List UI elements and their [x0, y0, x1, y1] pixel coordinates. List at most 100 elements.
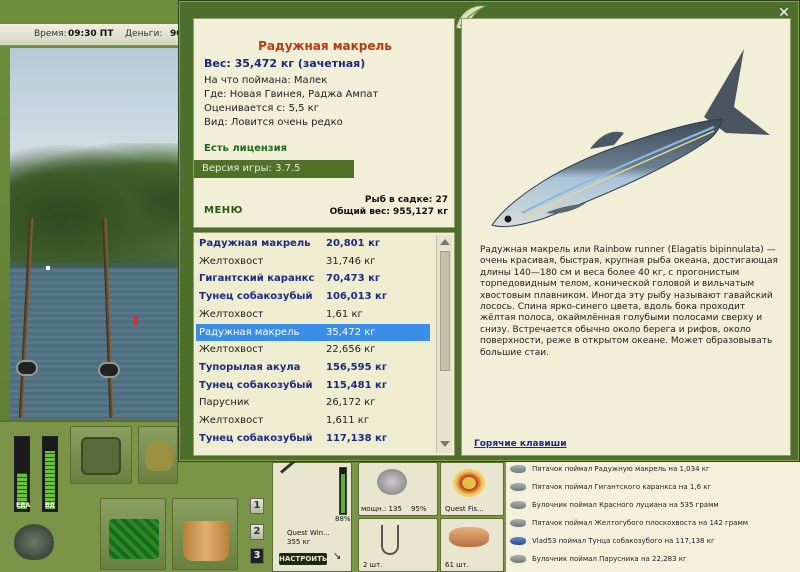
fish-list-row[interactable]: Гигантский каранкс 70,473 кг	[196, 270, 430, 288]
fish-row-name: Желтохвост	[199, 308, 264, 320]
fish-list-row[interactable]: Радужная макрель 20,801 кг	[196, 235, 430, 253]
fish-list-row-selected[interactable]: Радужная макрель 35,472 кг	[196, 323, 430, 342]
fish-row-weight: 22,656 кг	[326, 344, 376, 356]
fish-row-name: Радужная макрель	[199, 238, 311, 249]
fish-row-name: Желтохвост	[199, 255, 264, 267]
fish-row-name: Тупорылая акула	[199, 361, 301, 373]
fish-row-weight: 31,746 кг	[326, 255, 376, 267]
blue-fish-icon	[510, 537, 526, 545]
fish-row-name: Гигантский каранкс	[199, 273, 315, 285]
fish-row-weight: 117,138 кг	[326, 432, 388, 444]
total-weight: Общий вес: 955,127 кг	[329, 207, 448, 217]
bag-slot[interactable]	[138, 426, 178, 484]
fish-row-name: Желтохвост	[199, 415, 264, 426]
rod-slot-3-button[interactable]: 3	[250, 548, 264, 564]
game-version: Версия игры: 3.7.5	[194, 160, 354, 178]
bait-slot[interactable]: 61 шт.	[440, 518, 504, 572]
log-item: Пятачок поймал Желтогубого плоскохвоста …	[510, 515, 748, 532]
fish-list-row[interactable]: Тунец собакозубый 117,138 кг	[196, 430, 430, 448]
fish-row-weight: 70,473 кг	[326, 273, 381, 285]
scroll-up-icon[interactable]	[440, 239, 450, 245]
rod-slot-1-button[interactable]: 1	[250, 498, 264, 514]
cursor-arrow-icon: ↘	[333, 551, 342, 562]
fish-row-weight: 1,61 кг	[326, 308, 363, 320]
basket-slot[interactable]	[100, 498, 166, 570]
fish-weight: Вес: 35,472 кг (зачетная)	[204, 57, 366, 70]
rod-slot[interactable]: 88% Quest Win... 355 кг НАСТРОИТЬ ↘	[272, 432, 352, 572]
treeline	[10, 143, 190, 263]
hook-count: 2 шт.	[363, 561, 383, 569]
bag-icon	[145, 441, 173, 471]
scroll-thumb[interactable]	[440, 251, 450, 371]
reel-icon	[377, 469, 407, 495]
time-value: 09:30 ПТ	[68, 29, 114, 39]
backpack-slot[interactable]	[70, 426, 132, 484]
backpack-icon	[81, 437, 121, 475]
reel-left-icon[interactable]	[16, 360, 38, 376]
hook-icon	[381, 525, 399, 555]
catch-log: Пятачок поймал Радужную макрель на 1,034…	[506, 458, 800, 572]
hook-slot[interactable]: 2 шт.	[358, 518, 438, 572]
log-item: Булочник поймал Парусника на 22,283 кг	[510, 551, 687, 568]
caught-on: На что поймана: Малек	[204, 75, 328, 86]
setup-button[interactable]: НАСТРОИТЬ	[279, 553, 327, 565]
fish-icon	[510, 519, 526, 527]
fishing-scene[interactable]	[10, 48, 190, 420]
fish-list-row[interactable]: Тунец собакозубый 106,013 кг	[196, 288, 430, 306]
hotkeys-link[interactable]: Горячие клавиши	[474, 439, 567, 449]
energy-gauge-fill	[45, 451, 55, 509]
fish-row-weight: 106,013 кг	[326, 291, 388, 303]
bucket-slot[interactable]	[172, 498, 238, 570]
line-slot[interactable]: Quest Fis...	[440, 462, 504, 516]
fish-row-weight: 20,801 кг	[326, 238, 381, 249]
food-gauge	[14, 436, 30, 512]
log-item: Vlad53 поймал Тунца собакозубого на 117,…	[510, 533, 715, 550]
fish-title: Радужная макрель	[258, 39, 392, 53]
fish-info-panel: Радужная макрель Вес: 35,472 кг (зачетна…	[193, 18, 455, 228]
scrollbar[interactable]	[436, 235, 452, 453]
rod-percent: 88%	[335, 515, 351, 523]
log-item: Пятачок поймал Гигантского каранкса на 1…	[510, 479, 711, 496]
menu-button[interactable]: МЕНЮ	[204, 205, 243, 216]
rod-name: Quest Win...	[287, 529, 330, 537]
energy-gauge	[42, 436, 58, 512]
fish-icon	[510, 555, 526, 563]
fish-list-row[interactable]: Желтохвост 1,61 кг	[196, 306, 430, 324]
fish-list-row[interactable]: Желтохвост 31,746 кг	[196, 253, 430, 271]
water[interactable]	[10, 268, 190, 420]
fish-list-row[interactable]: Желтохвост 22,656 кг	[196, 341, 430, 359]
fish-list-row[interactable]: Желтохвост 1,611 кг	[196, 412, 430, 430]
fish-description: Радужная макрель или Rainbow runner (Ela…	[480, 245, 778, 358]
valued-from: Оценивается с: 5,5 кг	[204, 103, 319, 114]
fish-row-weight: 156,595 кг	[326, 361, 388, 373]
fish-icon	[510, 465, 526, 473]
fish-list-row[interactable]: Тунец собакозубый 115,481 кг	[196, 377, 430, 395]
fish-list-row[interactable]: Тупорылая акула 156,595 кг	[196, 359, 430, 377]
fish-icon	[510, 483, 526, 491]
food-basket-icon	[109, 519, 159, 559]
fish-row-weight: 115,481 кг	[326, 379, 388, 391]
cooking-pot-icon[interactable]	[14, 524, 54, 560]
reel-right-icon[interactable]	[98, 362, 120, 378]
fish-row-name: Тунец собакозубый	[199, 291, 313, 303]
bucket-icon	[183, 521, 229, 561]
fish-kind: Вид: Ловится очень редко	[204, 117, 343, 128]
status-bar: Время: 09:30 ПТ Деньги: 90	[0, 24, 190, 46]
keepnet-count: Рыб в садке: 27	[364, 195, 448, 205]
fish-row-name: Тунец собакозубый	[199, 432, 313, 444]
scroll-down-icon[interactable]	[440, 441, 450, 447]
time-label: Время:	[34, 29, 67, 39]
fish-list-row[interactable]: Парусник 26,172 кг	[196, 394, 430, 412]
license-status: Есть лицензия	[204, 143, 288, 154]
shrimp-bait-icon	[449, 527, 489, 547]
rod-durability-bar	[339, 467, 347, 515]
fish-row-name: Радужная макрель	[199, 326, 300, 338]
money-label: Деньги:	[125, 29, 163, 39]
bait-count: 61 шт.	[445, 561, 469, 569]
energy-label: ВД	[45, 502, 55, 509]
rod-slot-2-button[interactable]: 2	[250, 524, 264, 540]
fish-row-name: Тунец собакозубый	[199, 379, 313, 391]
reel-percent: 95%	[411, 505, 427, 513]
reel-slot[interactable]: мощн.: 135 95%	[358, 462, 438, 516]
keepnet-fish-list: Радужная макрель 20,801 кг Желтохвост 31,74…	[193, 232, 455, 456]
